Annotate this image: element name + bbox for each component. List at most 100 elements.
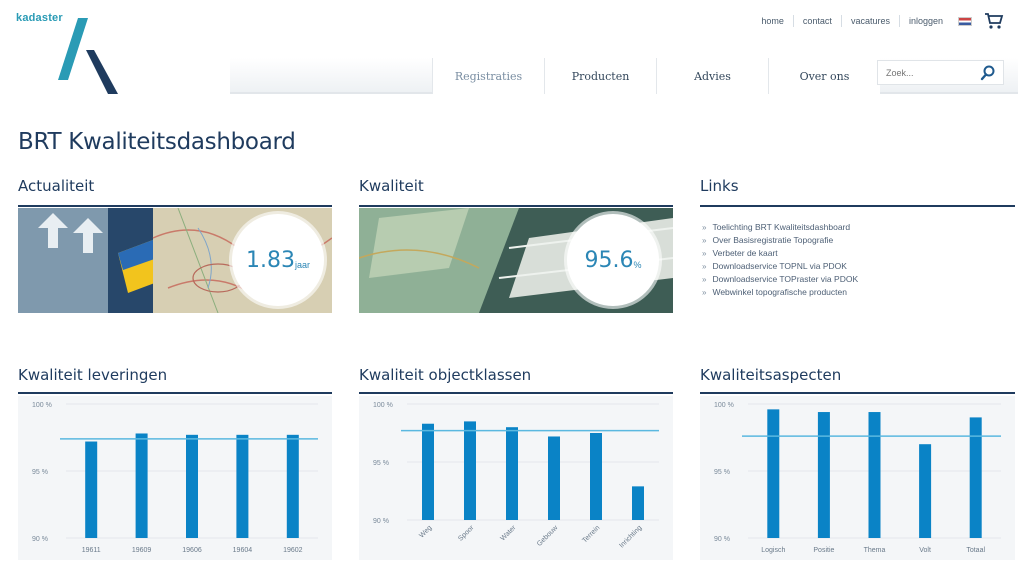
chart-title-leveringen: Kwaliteit leveringen [18, 366, 168, 384]
english-flag-icon[interactable] [958, 16, 972, 26]
x-tick-label: Totaal [966, 547, 985, 554]
bullet-icon: » [702, 275, 707, 284]
y-tick-label: 95 % [714, 469, 730, 476]
links-heading: Links [700, 177, 739, 195]
link-item[interactable]: » Webwinkel topografische producten [702, 286, 858, 299]
kwaliteit-value: 95.6 [584, 247, 634, 273]
x-tick-label: 19602 [283, 547, 303, 554]
actualiteit-value-badge: 1.83 jaar [232, 214, 324, 306]
kwaliteit-unit: % [633, 260, 642, 270]
bar [286, 434, 299, 538]
link-text[interactable]: Downloadservice TOPraster via PDOK [712, 273, 858, 286]
bar [236, 434, 249, 538]
y-tick-label: 95 % [32, 469, 48, 476]
topnav-contact[interactable]: contact [792, 15, 841, 27]
kwaliteit-rule [359, 205, 673, 207]
actualiteit-heading: Actualiteit [18, 177, 95, 195]
bar [817, 412, 830, 538]
shopping-cart-icon[interactable] [984, 12, 1004, 30]
tab-registraties[interactable]: Registraties [432, 58, 544, 94]
bar [919, 444, 932, 538]
chart-svg: 100 % 95 % 90 % Weg Spoor Water Gebouw Terrein I… [373, 402, 659, 550]
x-tick-label: Spoor [457, 524, 476, 543]
bar [422, 423, 434, 520]
bar [590, 433, 602, 520]
link-text[interactable]: Over Basisregistratie Topografie [712, 234, 833, 247]
top-navigation: home contact vacatures inloggen [752, 12, 1004, 30]
link-item[interactable]: » Downloadservice TOPNL via PDOK [702, 260, 858, 273]
link-text[interactable]: Webwinkel topografische producten [712, 286, 847, 299]
x-tick-label: 19604 [233, 547, 253, 554]
chart-rule-leveringen [18, 392, 332, 394]
bullet-icon: » [702, 262, 707, 271]
bullet-icon: » [702, 249, 707, 258]
x-tick-label: 19606 [182, 547, 202, 554]
x-tick-label: Gebouw [536, 524, 560, 548]
actualiteit-unit: jaar [294, 260, 310, 270]
chart-svg: 100 % 95 % 90 % Logisch Positie Thema Volt Tota… [714, 402, 1001, 554]
y-tick-label: 100 % [32, 402, 52, 409]
actualiteit-rule [18, 205, 332, 207]
kadaster-logo[interactable]: kadaster [16, 12, 126, 97]
chart-kwaliteitsaspecten: 100 % 95 % 90 % Logisch Positie Thema Volt Tota… [700, 396, 1015, 560]
bar [767, 409, 780, 538]
main-navigation: Registraties Producten Advies Over ons [432, 58, 880, 94]
chart-objectklassen: 100 % 95 % 90 % Weg Spoor Water Gebouw Terrein I… [359, 396, 673, 560]
link-text[interactable]: Downloadservice TOPNL via PDOK [712, 260, 846, 273]
chart-rule-kwaliteitsaspecten [700, 392, 1015, 394]
x-tick-label: Volt [919, 547, 931, 554]
tab-advies[interactable]: Advies [656, 58, 768, 94]
kwaliteit-heading: Kwaliteit [359, 177, 424, 195]
bullet-icon: » [702, 223, 707, 232]
search-icon[interactable] [979, 64, 997, 82]
bar [868, 412, 881, 538]
tab-producten[interactable]: Producten [544, 58, 656, 94]
bar [548, 436, 560, 520]
chart-title-kwaliteitsaspecten: Kwaliteitsaspecten [700, 366, 842, 384]
chart-svg: 100 % 95 % 90 % 19611 19609 19606 19604 19602 [32, 402, 318, 554]
bar [135, 433, 148, 538]
bullet-icon: » [702, 236, 707, 245]
search-input[interactable] [878, 67, 973, 78]
link-item[interactable]: » Verbeter de kaart [702, 247, 858, 260]
links-rule [700, 205, 1015, 207]
y-tick-label: 100 % [373, 402, 393, 409]
x-tick-label: Positie [813, 547, 834, 554]
link-item[interactable]: » Over Basisregistratie Topografie [702, 234, 858, 247]
link-item[interactable]: » Toelichting BRT Kwaliteitsdashboard [702, 221, 858, 234]
bar [464, 421, 476, 520]
search-box [877, 60, 1004, 85]
x-tick-label: Inrichting [618, 524, 643, 549]
links-list: » Toelichting BRT Kwaliteitsdashboard » Ov… [702, 221, 858, 299]
chart-leveringen: 100 % 95 % 90 % 19611 19609 19606 19604 19602 [18, 396, 332, 560]
topnav-home[interactable]: home [752, 15, 793, 27]
bar [506, 427, 518, 520]
actualiteit-value: 1.83 [246, 247, 295, 273]
x-tick-label: Thema [864, 547, 886, 554]
link-text[interactable]: Verbeter de kaart [712, 247, 777, 260]
y-tick-label: 90 % [373, 518, 389, 525]
actualiteit-map-photo: 1.83 jaar [18, 208, 332, 313]
bar [632, 486, 644, 520]
x-tick-label: Weg [418, 524, 433, 539]
x-tick-label: Terrein [581, 524, 601, 544]
x-tick-label: Logisch [761, 547, 785, 554]
link-text[interactable]: Toelichting BRT Kwaliteitsdashboard [712, 221, 850, 234]
topnav-inloggen[interactable]: inloggen [898, 15, 952, 27]
chart-title-objectklassen: Kwaliteit objectklassen [359, 366, 532, 384]
link-item[interactable]: » Downloadservice TOPraster via PDOK [702, 273, 858, 286]
kwaliteit-map-photo: 95.6% [359, 208, 673, 313]
kwaliteit-value-badge: 95.6% [567, 214, 659, 306]
chart-rule-objectklassen [359, 392, 673, 394]
topnav-vacatures[interactable]: vacatures [840, 15, 899, 27]
y-tick-label: 90 % [32, 536, 48, 543]
tab-over-ons[interactable]: Over ons [768, 58, 880, 94]
logo-mark-icon [58, 18, 118, 94]
bar [186, 434, 198, 538]
y-tick-label: 90 % [714, 536, 730, 543]
page-title: BRT Kwaliteitsdashboard [18, 129, 296, 155]
x-tick-label: Water [499, 524, 517, 542]
x-tick-label: 19611 [82, 547, 101, 554]
x-tick-label: 19609 [132, 547, 152, 554]
bar [85, 441, 98, 538]
